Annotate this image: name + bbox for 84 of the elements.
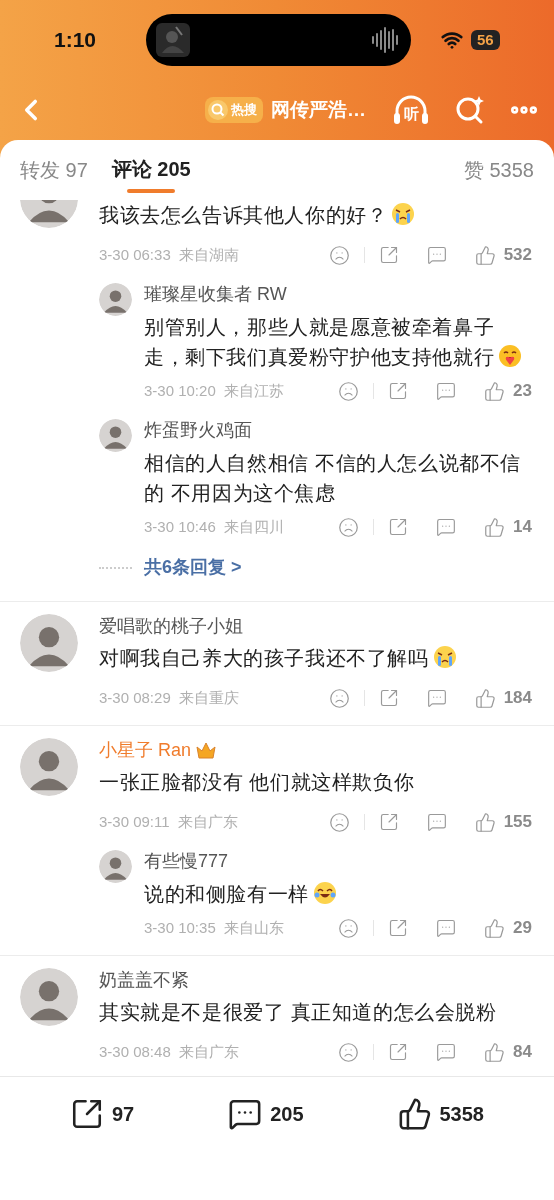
reply-author[interactable]: 炸蛋野火鸡面 bbox=[144, 418, 532, 442]
like-count: 155 bbox=[503, 811, 532, 834]
wifi-icon bbox=[441, 29, 464, 51]
like-icon[interactable] bbox=[484, 917, 506, 939]
share-icon[interactable] bbox=[378, 812, 399, 832]
search-icon bbox=[207, 99, 229, 121]
dislike-icon[interactable] bbox=[328, 244, 350, 266]
comment-time: 3-30 10:46 bbox=[144, 516, 216, 537]
comment-time: 3-30 08:48 bbox=[99, 1041, 171, 1062]
like-icon[interactable] bbox=[474, 811, 496, 833]
tab[interactable]: 评论 205 bbox=[111, 140, 191, 200]
battery-indicator: 56 bbox=[471, 30, 500, 50]
dislike-icon[interactable] bbox=[328, 687, 350, 709]
comment-location: 来自四川 bbox=[223, 516, 284, 537]
clock: 1:10 bbox=[54, 27, 97, 54]
more-replies-link[interactable]: 共6条回复 > bbox=[144, 554, 242, 581]
share-icon[interactable] bbox=[378, 688, 399, 708]
comment-icon[interactable] bbox=[426, 245, 447, 265]
comment-location: 来自江苏 bbox=[223, 380, 284, 401]
like-icon[interactable] bbox=[474, 244, 496, 266]
like-icon[interactable] bbox=[484, 516, 506, 538]
like-count: 29 bbox=[513, 917, 532, 940]
like-count: 14 bbox=[513, 516, 532, 539]
likes-tab[interactable]: 赞 5358 bbox=[463, 155, 534, 185]
avatar[interactable] bbox=[99, 283, 132, 316]
avatar[interactable] bbox=[99, 419, 132, 452]
like-icon[interactable] bbox=[474, 687, 496, 709]
comment-time: 3-30 06:33 bbox=[99, 244, 171, 265]
share-icon[interactable] bbox=[378, 245, 399, 265]
reply-text: 别管别人，那些人就是愿意被牵着鼻子走，剩下我们真爱粉守护他支持他就行 bbox=[144, 312, 532, 372]
comment-time: 3-30 09:11 bbox=[99, 811, 170, 832]
dislike-icon[interactable] bbox=[338, 917, 360, 939]
comment-author[interactable]: 奶盖盖不紧 bbox=[99, 966, 189, 994]
crown-icon bbox=[195, 740, 218, 760]
reply-author[interactable]: 璀璨星收集者 RW bbox=[144, 282, 532, 306]
comment-icon[interactable] bbox=[436, 517, 457, 537]
search-icon[interactable] bbox=[454, 94, 486, 126]
repost-button[interactable]: 97 bbox=[70, 1097, 135, 1131]
comment-time: 3-30 10:20 bbox=[144, 380, 216, 401]
comment-text: 其实就是不是很爱了 真正知道的怎么会脱粉 bbox=[99, 1000, 498, 1025]
avatar[interactable] bbox=[20, 968, 78, 1026]
reply-text: 说的和侧脸有一样 bbox=[144, 879, 532, 909]
tab[interactable]: 转发 97 bbox=[20, 140, 88, 200]
avatar[interactable] bbox=[20, 614, 78, 672]
comment-text: 一张正脸都没有 他们就这样欺负你 bbox=[99, 770, 416, 795]
share-icon[interactable] bbox=[388, 918, 409, 938]
comment-location: 来自重庆 bbox=[178, 687, 239, 708]
comment-location: 来自广东 bbox=[177, 811, 238, 832]
comment-location: 来自广东 bbox=[178, 1041, 239, 1062]
dislike-icon[interactable] bbox=[338, 1041, 360, 1063]
like-count: 184 bbox=[503, 687, 532, 710]
comment-location: 来自山东 bbox=[223, 917, 284, 938]
like-count: 84 bbox=[513, 1041, 532, 1064]
avatar[interactable] bbox=[20, 738, 78, 796]
comment-text: 对啊我自己养大的孩子我还不了解吗 bbox=[99, 643, 532, 673]
comment-icon[interactable] bbox=[426, 688, 447, 708]
comment-icon[interactable] bbox=[436, 918, 457, 938]
comment-icon[interactable] bbox=[436, 1042, 457, 1062]
like-count: 532 bbox=[503, 244, 532, 267]
share-icon bbox=[70, 1097, 104, 1131]
like-icon[interactable] bbox=[484, 380, 506, 402]
avatar[interactable] bbox=[99, 850, 132, 883]
dislike-icon[interactable] bbox=[328, 811, 350, 833]
like-button[interactable]: 5358 bbox=[397, 1097, 484, 1131]
comment-icon[interactable] bbox=[436, 381, 457, 401]
comment-text: 我该去怎么告诉其他人你的好？ bbox=[99, 200, 532, 230]
share-icon[interactable] bbox=[388, 381, 409, 401]
like-icon bbox=[397, 1097, 432, 1131]
like-icon[interactable] bbox=[484, 1041, 506, 1063]
share-icon[interactable] bbox=[388, 517, 409, 537]
page-title: 网传严浩… bbox=[271, 97, 366, 122]
reply-author[interactable]: 有些慢777 bbox=[144, 849, 532, 873]
share-icon[interactable] bbox=[388, 1042, 409, 1062]
reply-text: 相信的人自然相信 不信的人怎么说都不信的 不用因为这个焦虑 bbox=[144, 451, 522, 506]
comment-author[interactable]: 爱唱歌的桃子小姐 bbox=[99, 612, 243, 640]
comment-time: 3-30 10:35 bbox=[144, 917, 216, 938]
comment-button[interactable]: 205 bbox=[228, 1097, 304, 1131]
comment-time: 3-30 08:29 bbox=[99, 687, 171, 708]
comment-icon[interactable] bbox=[426, 812, 447, 832]
comment-icon bbox=[228, 1097, 263, 1131]
dislike-icon[interactable] bbox=[338, 516, 360, 538]
dislike-icon[interactable] bbox=[338, 380, 360, 402]
comment-location: 来自湖南 bbox=[178, 244, 239, 265]
like-count: 23 bbox=[513, 380, 532, 403]
